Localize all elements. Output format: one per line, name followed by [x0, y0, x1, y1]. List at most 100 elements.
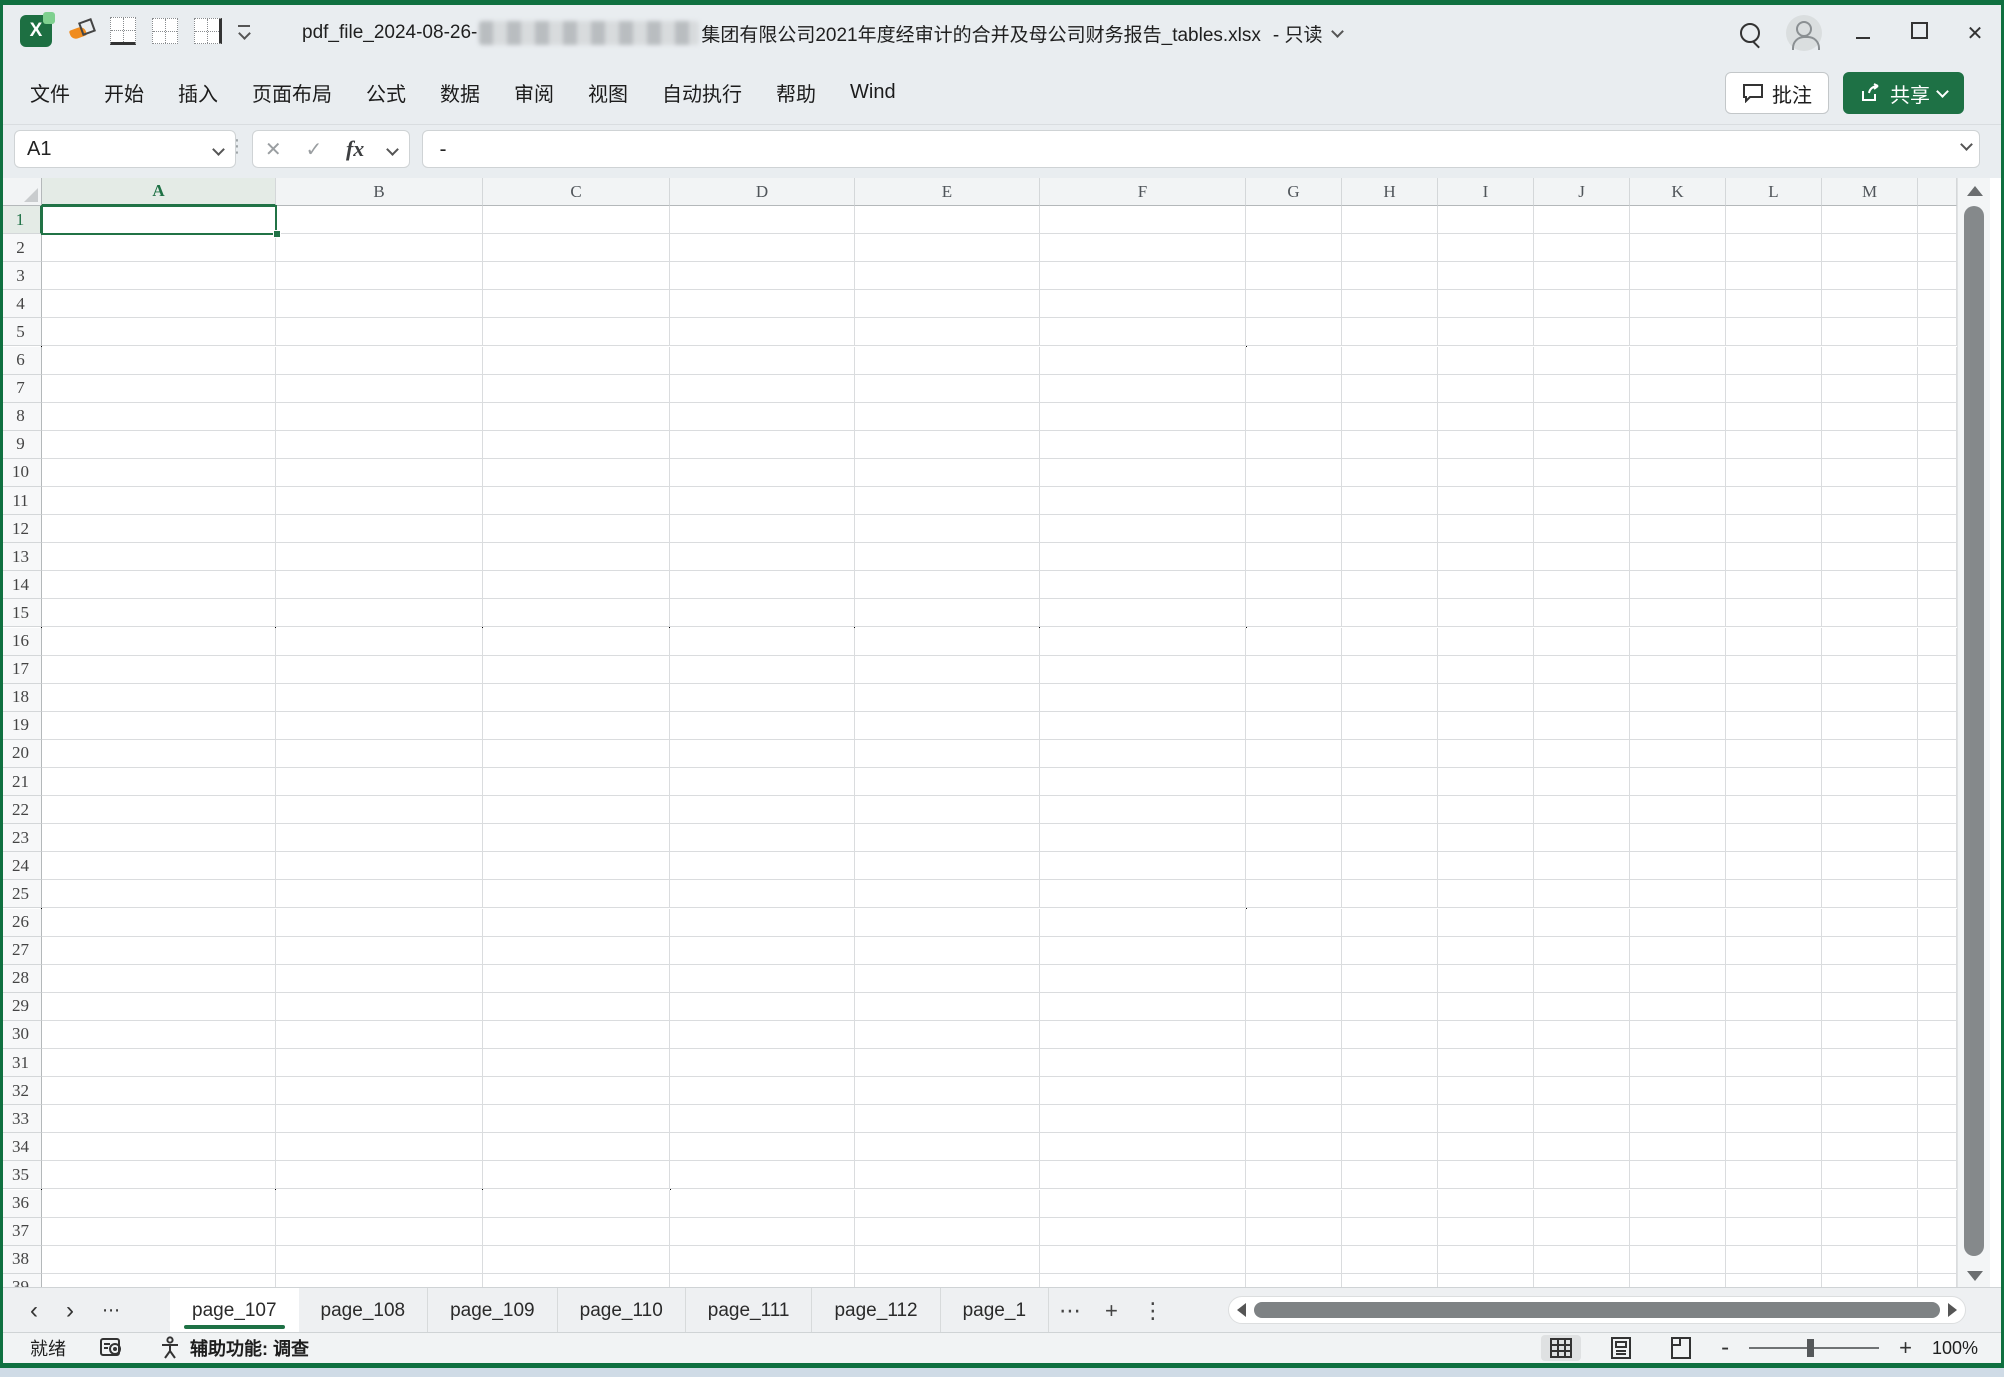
cell[interactable] [1630, 1133, 1726, 1161]
cell[interactable] [1918, 1218, 1957, 1246]
cell[interactable] [42, 1161, 276, 1189]
cell[interactable] [1726, 824, 1822, 852]
cell[interactable] [1534, 1190, 1630, 1218]
cell[interactable] [1918, 852, 1957, 880]
cell[interactable] [670, 431, 855, 459]
cell[interactable] [1438, 937, 1534, 965]
cell[interactable] [483, 1105, 670, 1133]
cell[interactable] [1534, 796, 1630, 824]
cell[interactable] [42, 375, 276, 403]
cell[interactable] [1438, 234, 1534, 262]
cell[interactable] [1918, 431, 1957, 459]
cell[interactable] [1630, 768, 1726, 796]
cell[interactable] [855, 993, 1040, 1021]
cell[interactable] [42, 599, 276, 627]
cell[interactable] [276, 1105, 483, 1133]
cell[interactable] [483, 234, 670, 262]
cell[interactable] [276, 459, 483, 487]
cell[interactable] [1342, 403, 1438, 431]
cell[interactable] [1918, 1133, 1957, 1161]
cell[interactable] [1918, 712, 1957, 740]
row-header-34[interactable]: 34 [0, 1133, 42, 1161]
cell[interactable] [1040, 375, 1246, 403]
select-all-corner[interactable] [0, 178, 42, 206]
sheet-tab-page_112[interactable]: page_112 [812, 1288, 940, 1333]
cell[interactable] [276, 431, 483, 459]
cell[interactable] [483, 1077, 670, 1105]
cell[interactable] [1040, 909, 1246, 937]
next-sheet-icon[interactable]: › [66, 1297, 74, 1325]
cell[interactable] [1438, 684, 1534, 712]
cell[interactable] [1534, 1133, 1630, 1161]
scroll-left-icon[interactable] [1237, 1303, 1246, 1317]
cell[interactable] [855, 515, 1040, 543]
cell[interactable] [855, 459, 1040, 487]
cell[interactable] [483, 796, 670, 824]
cell[interactable] [483, 318, 670, 346]
cell[interactable] [483, 712, 670, 740]
cell[interactable] [1246, 571, 1342, 599]
row-header-26[interactable]: 26 [0, 909, 42, 937]
cell[interactable] [1630, 403, 1726, 431]
cell[interactable] [1040, 796, 1246, 824]
row-header-35[interactable]: 35 [0, 1161, 42, 1189]
cell[interactable] [670, 1077, 855, 1105]
page-break-view-button[interactable] [1661, 1335, 1701, 1361]
column-header-C[interactable]: C [483, 178, 670, 206]
cell[interactable] [1822, 768, 1918, 796]
cell[interactable] [1342, 290, 1438, 318]
cell[interactable] [483, 206, 670, 234]
cell[interactable] [1918, 768, 1957, 796]
right-border-icon[interactable] [194, 18, 222, 44]
cell[interactable] [1534, 1218, 1630, 1246]
cell[interactable] [1438, 318, 1534, 346]
cell[interactable] [1342, 768, 1438, 796]
cell[interactable] [1040, 880, 1246, 908]
cell[interactable] [483, 599, 670, 627]
cell[interactable] [1822, 431, 1918, 459]
cell[interactable] [276, 656, 483, 684]
cell[interactable] [1040, 599, 1246, 627]
cell[interactable] [670, 290, 855, 318]
accessibility-icon[interactable] [158, 1336, 182, 1360]
cell[interactable] [670, 909, 855, 937]
cell[interactable] [1342, 487, 1438, 515]
cell[interactable] [1438, 965, 1534, 993]
cell[interactable] [42, 262, 276, 290]
cell[interactable] [1534, 993, 1630, 1021]
cell[interactable] [1534, 459, 1630, 487]
cell[interactable] [855, 290, 1040, 318]
cell[interactable] [1438, 712, 1534, 740]
cell[interactable] [1630, 796, 1726, 824]
cell[interactable] [1918, 543, 1957, 571]
cell[interactable] [42, 1077, 276, 1105]
cell[interactable] [1040, 656, 1246, 684]
cell[interactable] [1534, 880, 1630, 908]
vertical-scroll-thumb[interactable] [1964, 206, 1984, 1256]
cell[interactable] [1438, 1161, 1534, 1189]
close-button[interactable]: ✕ [1960, 21, 1990, 46]
formula-bar-splitter[interactable]: ⋮ [228, 136, 246, 157]
row-header-4[interactable]: 4 [0, 290, 42, 318]
sheet-tab-page_1[interactable]: page_1 [941, 1288, 1049, 1333]
cell[interactable] [670, 1105, 855, 1133]
cell[interactable] [42, 1218, 276, 1246]
cell[interactable] [855, 740, 1040, 768]
cell[interactable] [855, 347, 1040, 375]
cell[interactable] [1342, 880, 1438, 908]
cell[interactable] [1246, 768, 1342, 796]
cell[interactable] [1630, 1190, 1726, 1218]
cell[interactable] [1822, 543, 1918, 571]
cell[interactable] [1040, 234, 1246, 262]
cell[interactable] [1822, 206, 1918, 234]
cell[interactable] [42, 571, 276, 599]
cell[interactable] [1726, 262, 1822, 290]
cell[interactable] [1630, 206, 1726, 234]
cell[interactable] [1726, 684, 1822, 712]
cell[interactable] [1534, 712, 1630, 740]
cell[interactable] [483, 571, 670, 599]
cell[interactable] [855, 1246, 1040, 1274]
menu-item[interactable]: 开始 [104, 78, 144, 107]
cell[interactable] [276, 571, 483, 599]
cell[interactable] [276, 1246, 483, 1274]
